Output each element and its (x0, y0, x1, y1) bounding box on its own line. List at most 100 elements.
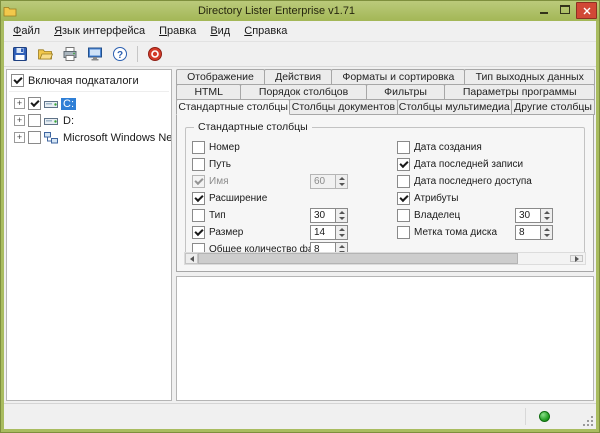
app-window: Directory Lister Enterprise v1.71 ФайлЯз… (0, 0, 600, 433)
tab-2-3[interactable]: Другие столбцы (511, 99, 595, 115)
tab-1-0[interactable]: HTML (176, 84, 241, 100)
spinner-buttons (336, 208, 348, 223)
drive-icon (44, 98, 58, 110)
option-label: Путь (209, 159, 231, 170)
tab-0-2[interactable]: Форматы и сортировка (331, 69, 465, 85)
save-button[interactable] (8, 43, 32, 65)
width-spinner: 30 (310, 208, 348, 223)
menu-item-0[interactable]: Файл (6, 22, 47, 40)
spinner-buttons (336, 225, 348, 240)
tab-1-1[interactable]: Порядок столбцов (240, 84, 366, 100)
print-button[interactable] (58, 43, 82, 65)
spinner-down-button[interactable] (541, 233, 552, 240)
spinner-down-button[interactable] (336, 216, 347, 223)
help-button[interactable]: ? (108, 43, 132, 65)
floppy-icon (12, 46, 28, 62)
spinner-buttons (541, 225, 553, 240)
stop-icon (147, 46, 163, 62)
resize-grip[interactable] (581, 414, 593, 426)
include-subdirs-checkbox[interactable] (11, 74, 24, 87)
option-checkbox[interactable] (397, 209, 410, 222)
status-ok-indicator (539, 411, 550, 422)
directory-tree: C: D: Microsoft Windows Network (9, 92, 169, 146)
tab-1-3[interactable]: Параметры программы (444, 84, 595, 100)
maximize-button[interactable] (555, 2, 574, 17)
option-label: Атрибуты (414, 193, 458, 204)
tab-1-2[interactable]: Фильтры (366, 84, 446, 100)
tree-item-0: C: (9, 95, 169, 112)
tab-0-0[interactable]: Отображение (176, 69, 265, 85)
standard-columns-groupbox: Стандартные столбцы НомерПутьИмя60Расшир… (185, 127, 585, 255)
option-checkbox[interactable] (192, 141, 205, 154)
tab-strip: ОтображениеДействияФорматы и сортировкаТ… (176, 69, 594, 115)
menu-item-2[interactable]: Правка (152, 22, 203, 40)
spinner-down-button[interactable] (541, 216, 552, 223)
spinner-value[interactable]: 8 (515, 225, 541, 240)
option-checkbox[interactable] (192, 209, 205, 222)
spinner-buttons (541, 208, 553, 223)
open-button[interactable] (33, 43, 57, 65)
option-label: Дата последнего доступа (414, 176, 532, 187)
standard-columns-page: Стандартные столбцы НомерПутьИмя60Расшир… (176, 114, 594, 272)
menu-item-4[interactable]: Справка (237, 22, 294, 40)
tree-item-label[interactable]: D: (61, 115, 76, 127)
option-label: Дата создания (414, 142, 482, 153)
menu-item-1[interactable]: Язык интерфейса (47, 22, 152, 40)
spinner-value[interactable]: 14 (310, 225, 336, 240)
scroll-thumb[interactable] (198, 253, 518, 264)
expand-icon[interactable] (14, 98, 25, 109)
option-checkbox[interactable] (397, 192, 410, 205)
option-checkbox[interactable] (192, 192, 205, 205)
tree-item-checkbox[interactable] (28, 114, 41, 127)
option-checkbox[interactable] (192, 158, 205, 171)
option-checkbox[interactable] (397, 175, 410, 188)
option-label: Владелец (414, 210, 460, 221)
maximize-icon (560, 5, 570, 14)
option-checkbox[interactable] (397, 141, 410, 154)
tab-2-0[interactable]: Стандартные столбцы (176, 99, 290, 115)
tab-2-2[interactable]: Столбцы мультимедиа (397, 99, 513, 115)
menubar: ФайлЯзык интерфейсаПравкаВидСправка (4, 21, 596, 42)
tree-item-label[interactable]: C: (61, 98, 76, 110)
expand-icon[interactable] (14, 115, 25, 126)
tree-item-checkbox[interactable] (28, 97, 41, 110)
option-checkbox[interactable] (397, 158, 410, 171)
tab-0-1[interactable]: Действия (264, 69, 332, 85)
expand-icon[interactable] (14, 132, 25, 143)
close-button[interactable] (576, 2, 597, 19)
option-label: Номер (209, 142, 240, 153)
option-row: Дата создания (397, 139, 578, 156)
option-row: Имя60 (192, 173, 397, 190)
option-row: Путь (192, 156, 397, 173)
tab-2-1[interactable]: Столбцы документов (289, 99, 397, 115)
option-label: Тип (209, 210, 226, 221)
settings-panel: ОтображениеДействияФорматы и сортировкаТ… (176, 69, 594, 401)
option-row: Метка тома диска 8 (397, 224, 578, 241)
spinner-value[interactable]: 30 (310, 208, 336, 223)
minimize-button[interactable] (534, 2, 553, 17)
option-row: Дата последней записи (397, 156, 578, 173)
groupbox-title: Стандартные столбцы (194, 121, 312, 133)
preview-button[interactable] (83, 43, 107, 65)
menu-item-3[interactable]: Вид (203, 22, 237, 40)
spinner-down-button[interactable] (336, 233, 347, 240)
option-row: Дата последнего доступа (397, 173, 578, 190)
include-subdirs-row: Включая подкаталоги (9, 73, 169, 92)
tab-0-3[interactable]: Тип выходных данных (464, 69, 595, 85)
tree-item-checkbox[interactable] (28, 131, 41, 144)
titlebar[interactable]: Directory Lister Enterprise v1.71 (0, 0, 600, 21)
option-checkbox[interactable] (397, 226, 410, 239)
toolbar: ? (4, 42, 596, 67)
option-checkbox[interactable] (192, 226, 205, 239)
option-label: Метка тома диска (414, 227, 497, 238)
scroll-track[interactable] (198, 253, 570, 264)
app-folder-icon (3, 4, 19, 18)
directory-tree-panel: Включая подкаталоги C: D: Microsoft Window… (6, 69, 172, 401)
spinner-buttons (336, 174, 348, 189)
spinner-value[interactable]: 30 (515, 208, 541, 223)
width-spinner: 30 (515, 208, 553, 223)
scroll-right-button[interactable] (570, 255, 583, 262)
scroll-left-button[interactable] (185, 253, 198, 264)
exit-button[interactable] (143, 43, 167, 65)
tree-item-label[interactable]: Microsoft Windows Network (61, 132, 172, 144)
